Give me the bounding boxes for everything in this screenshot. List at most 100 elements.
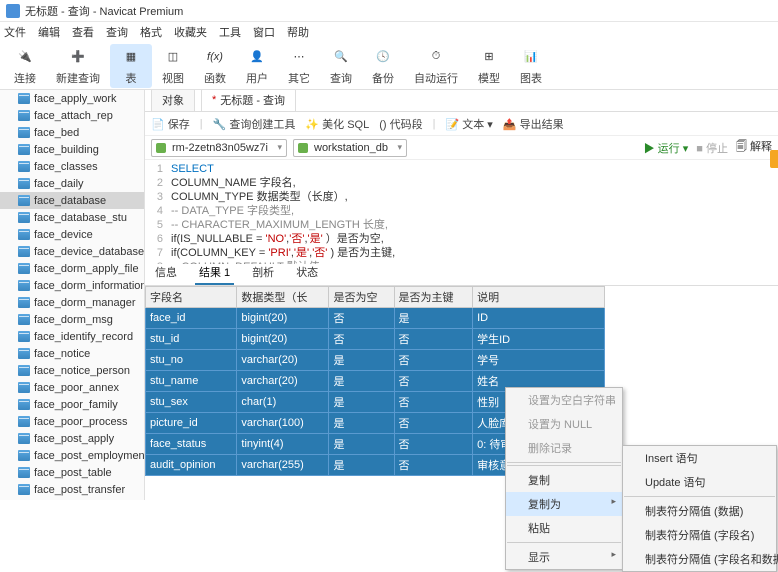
ctx-sub-item[interactable]: 制表符分隔值 (字段名和数据)	[623, 547, 776, 571]
backup-icon: 🕓	[372, 46, 394, 68]
user-icon: 👤	[246, 46, 268, 68]
toolbar-model-button[interactable]: ⊞模型	[468, 44, 510, 88]
toolbar-plug-button[interactable]: 🔌连接	[4, 44, 46, 88]
tab-无标题 - 查询[interactable]: *无标题 - 查询	[201, 90, 296, 111]
menu-工具[interactable]: 工具	[219, 24, 241, 40]
app-icon	[6, 4, 20, 18]
menu-帮助[interactable]: 帮助	[287, 24, 309, 40]
sidebar-item-face_notice_person[interactable]: face_notice_person	[0, 362, 144, 379]
toolbar-fx-button[interactable]: f(x)函数	[194, 44, 236, 88]
ctx-item[interactable]: 显示	[506, 545, 622, 569]
menubar: 文件编辑查看查询格式收藏夹工具窗口帮助	[0, 22, 778, 42]
sidebar-item-face_classes[interactable]: face_classes	[0, 158, 144, 175]
database-select[interactable]: workstation_db	[293, 139, 407, 157]
sidebar-item-label: face_poor_family	[34, 399, 118, 411]
column-header[interactable]: 是否为空	[329, 287, 394, 308]
ctx-item[interactable]: 删除记录	[506, 436, 622, 460]
explain-button[interactable]: 🗐 解释	[736, 138, 772, 157]
ctx-sub-item[interactable]: 制表符分隔值 (数据)	[623, 499, 776, 523]
ctx-sub-item[interactable]: Insert 语句	[623, 446, 776, 470]
window-title: 无标题 - 查询 - Navicat Premium	[25, 3, 183, 19]
code-snippet-button[interactable]: () 代码段	[379, 116, 422, 132]
ctx-item[interactable]: 设置为空白字符串	[506, 388, 622, 412]
beautify-sql-button[interactable]: ✨ 美化 SQL	[305, 116, 369, 132]
server-select[interactable]: rm-2zetn83n05wz7i	[151, 139, 287, 157]
ctx-item[interactable]: 设置为 NULL	[506, 412, 622, 436]
toolbar-other-button[interactable]: ⋯其它	[278, 44, 320, 88]
sidebar-item-face_database_stu[interactable]: face_database_stu	[0, 209, 144, 226]
sidebar-item-face_dorm_apply_file[interactable]: face_dorm_apply_file	[0, 260, 144, 277]
menu-收藏夹[interactable]: 收藏夹	[174, 24, 207, 40]
table-row[interactable]: stu_novarchar(20)是否学号	[146, 350, 605, 371]
text-button[interactable]: 📝 文本 ▾	[445, 116, 492, 132]
sidebar-item-face_dorm_msg[interactable]: face_dorm_msg	[0, 311, 144, 328]
sidebar-item-face_notice[interactable]: face_notice	[0, 345, 144, 362]
menu-格式[interactable]: 格式	[140, 24, 162, 40]
toolbar-auto-button[interactable]: ⏱自动运行	[404, 44, 468, 88]
menu-窗口[interactable]: 窗口	[253, 24, 275, 40]
column-header[interactable]: 字段名	[146, 287, 237, 308]
tab-对象[interactable]: 对象	[151, 90, 195, 111]
sidebar-item-label: face_attach_rep	[34, 110, 113, 122]
sidebar-item-face_poor_process[interactable]: face_poor_process	[0, 413, 144, 430]
toolbar-query-button[interactable]: 🔍查询	[320, 44, 362, 88]
view-icon: ◫	[162, 46, 184, 68]
sidebar-item-face_database[interactable]: face_database	[0, 192, 144, 209]
run-button[interactable]: ▶ 运行 ▾	[644, 140, 689, 156]
query-builder-button[interactable]: 🔧 查询创建工具	[213, 116, 296, 132]
column-header[interactable]: 是否为主键	[394, 287, 473, 308]
sidebar-item-face_post_table[interactable]: face_post_table	[0, 464, 144, 481]
sidebar-item-face_post_transfer[interactable]: face_post_transfer	[0, 481, 144, 498]
menu-编辑[interactable]: 编辑	[38, 24, 60, 40]
menu-查询[interactable]: 查询	[106, 24, 128, 40]
table-icon	[18, 450, 30, 461]
sidebar-item-face_poor_family[interactable]: face_poor_family	[0, 396, 144, 413]
table-icon	[18, 195, 30, 206]
toolbar-newq-button[interactable]: ➕新建查询	[46, 44, 110, 88]
sql-editor[interactable]: 1SELECT2 COLUMN_NAME 字段名,3 COLUMN_TYPE 数…	[145, 160, 778, 264]
table-icon	[18, 110, 30, 121]
ctx-item[interactable]: 复制	[506, 468, 622, 492]
result-tab-信息[interactable]: 信息	[151, 261, 181, 285]
table-icon	[18, 229, 30, 240]
object-sidebar[interactable]: face_apply_workface_attach_repface_bedfa…	[0, 90, 145, 500]
save-button[interactable]: 📄 保存	[151, 116, 190, 132]
menu-文件[interactable]: 文件	[4, 24, 26, 40]
toolbar-chart-button[interactable]: 📊图表	[510, 44, 552, 88]
toolbar-view-button[interactable]: ◫视图	[152, 44, 194, 88]
result-tab-剖析[interactable]: 剖析	[248, 261, 278, 285]
sidebar-item-face_identify_record[interactable]: face_identify_record	[0, 328, 144, 345]
ctx-sub-item[interactable]: Update 语句	[623, 470, 776, 494]
result-tab-结果 1[interactable]: 结果 1	[195, 261, 234, 285]
ctx-item[interactable]: 复制为	[506, 492, 622, 516]
column-header[interactable]: 数据类型（长	[237, 287, 329, 308]
sidebar-item-face_daily[interactable]: face_daily	[0, 175, 144, 192]
side-handle[interactable]	[770, 150, 778, 168]
export-results-button[interactable]: 📤 导出结果	[503, 116, 564, 132]
table-icon	[18, 348, 30, 359]
result-tab-状态[interactable]: 状态	[292, 261, 322, 285]
sidebar-item-face_dorm_information[interactable]: face_dorm_information	[0, 277, 144, 294]
table-row[interactable]: stu_idbigint(20)否否学生ID	[146, 329, 605, 350]
sidebar-item-face_poor_annex[interactable]: face_poor_annex	[0, 379, 144, 396]
sidebar-item-face_device_database[interactable]: face_device_database	[0, 243, 144, 260]
sidebar-item-face_post_apply[interactable]: face_post_apply	[0, 430, 144, 447]
table-icon	[18, 331, 30, 342]
sidebar-item-face_post_employment[interactable]: face_post_employment	[0, 447, 144, 464]
sidebar-item-face_device[interactable]: face_device	[0, 226, 144, 243]
column-header[interactable]: 说明	[473, 287, 605, 308]
ctx-sub-item[interactable]: 制表符分隔值 (字段名)	[623, 523, 776, 547]
sidebar-item-face_dorm_manager[interactable]: face_dorm_manager	[0, 294, 144, 311]
toolbar-backup-button[interactable]: 🕓备份	[362, 44, 404, 88]
table-row[interactable]: face_idbigint(20)否是ID	[146, 308, 605, 329]
toolbar-user-button[interactable]: 👤用户	[236, 44, 278, 88]
sidebar-item-face_building[interactable]: face_building	[0, 141, 144, 158]
sidebar-item-face_attach_rep[interactable]: face_attach_rep	[0, 107, 144, 124]
sidebar-item-face_apply_work[interactable]: face_apply_work	[0, 90, 144, 107]
ctx-item[interactable]: 粘贴	[506, 516, 622, 540]
sidebar-item-face_bed[interactable]: face_bed	[0, 124, 144, 141]
toolbar-table-button[interactable]: ▦表	[110, 44, 152, 88]
toolbar-label: 查询	[330, 70, 352, 86]
toolbar-label: 其它	[288, 70, 310, 86]
menu-查看[interactable]: 查看	[72, 24, 94, 40]
